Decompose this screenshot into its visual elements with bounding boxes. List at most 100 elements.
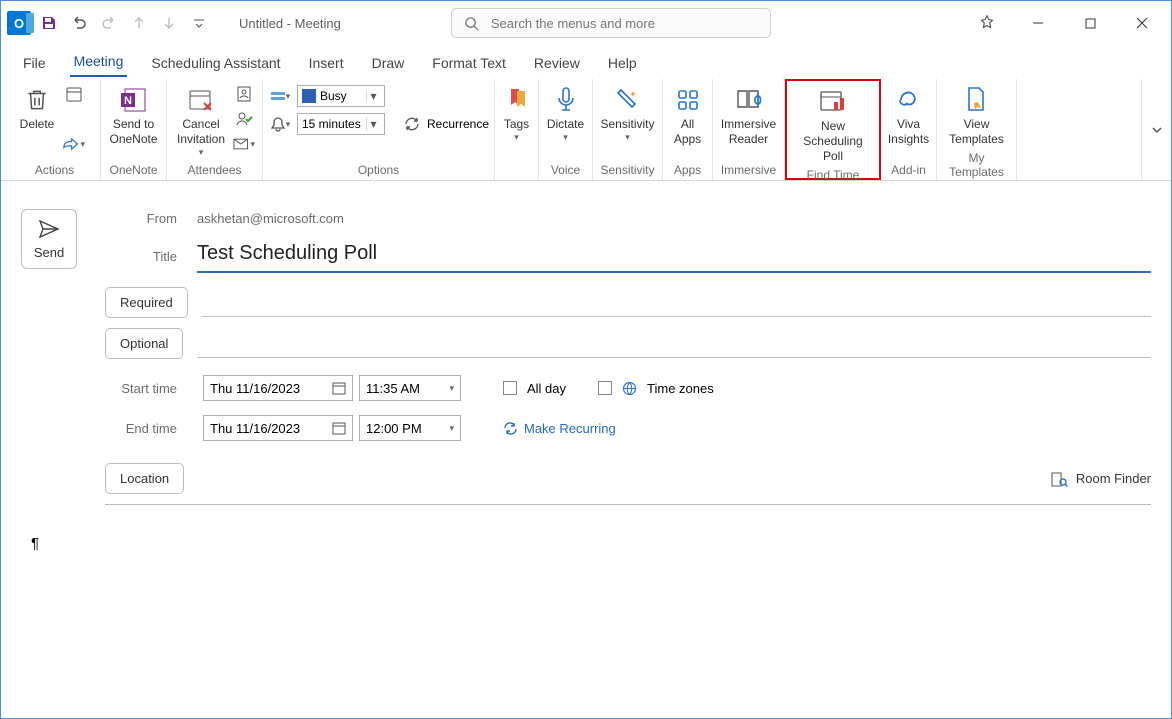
time-zones-label: Time zones [647, 381, 714, 396]
make-recurring-label: Make Recurring [524, 421, 616, 436]
response-options-button[interactable]: ▾ [233, 133, 255, 155]
search-placeholder: Search the menus and more [491, 16, 655, 31]
group-findtime-label: Find Time [793, 166, 873, 185]
group-templates-label: My Templates [943, 149, 1010, 182]
send-button[interactable]: Send [21, 209, 77, 269]
new-scheduling-poll-button[interactable]: New Scheduling Poll [793, 83, 873, 166]
delete-button[interactable]: Delete [15, 81, 59, 134]
search-input[interactable]: Search the menus and more [451, 8, 771, 38]
view-templates-button[interactable]: View Templates [945, 81, 1008, 149]
calendar-icon [332, 381, 346, 395]
group-onenote-label: OneNote [107, 161, 160, 180]
reminder-label: 15 minutes [302, 117, 361, 131]
tab-review[interactable]: Review [530, 49, 584, 77]
cancel-invitation-button[interactable]: Cancel Invitation ▾ [173, 81, 229, 160]
dictate-label: Dictate [547, 117, 584, 132]
title-label: Title [105, 249, 197, 264]
paragraph-mark: ¶ [31, 535, 39, 552]
optional-field[interactable] [197, 330, 1151, 358]
group-voice-label: Voice [545, 161, 586, 180]
busy-label: Busy [320, 89, 347, 103]
group-attendees-label: Attendees [173, 161, 256, 180]
dictate-button[interactable]: Dictate ▾ [544, 81, 588, 145]
send-to-onenote-button[interactable]: N Send to OneNote [107, 81, 160, 149]
viva-label: Viva Insights [888, 117, 929, 147]
required-button[interactable]: Required [105, 287, 188, 318]
show-as-button[interactable]: ▾ [269, 85, 291, 107]
tab-file[interactable]: File [19, 49, 50, 77]
tab-help[interactable]: Help [604, 49, 641, 77]
delete-label: Delete [20, 117, 55, 132]
group-sensitivity-label: Sensitivity [599, 161, 656, 180]
scheduling-poll-label: New Scheduling Poll [797, 119, 869, 164]
next-item-button[interactable] [157, 11, 181, 35]
cancel-invitation-label: Cancel Invitation [177, 117, 225, 147]
prev-item-button[interactable] [127, 11, 151, 35]
make-recurring-link[interactable]: Make Recurring [503, 421, 616, 436]
time-zones-checkbox[interactable] [598, 381, 612, 395]
menu-tabs: File Meeting Scheduling Assistant Insert… [1, 45, 1171, 77]
svg-text:N: N [124, 95, 132, 107]
immersive-label: Immersive Reader [721, 117, 776, 147]
location-button[interactable]: Location [105, 463, 184, 494]
tab-scheduling-assistant[interactable]: Scheduling Assistant [147, 49, 284, 77]
start-time-combo[interactable]: 11:35 AM ▾ [359, 375, 461, 401]
ribbon-collapse-button[interactable] [1141, 79, 1171, 180]
tab-insert[interactable]: Insert [305, 49, 348, 77]
viva-insights-button[interactable]: Viva Insights [887, 81, 931, 149]
end-time-label: End time [105, 421, 197, 436]
redo-button[interactable] [97, 11, 121, 35]
end-date-combo[interactable]: Thu 11/16/2023 [203, 415, 353, 441]
save-button[interactable] [37, 11, 61, 35]
outlook-app-icon: O [7, 11, 31, 35]
reminder-button[interactable]: ▾ [269, 113, 291, 135]
minimize-button[interactable] [1015, 8, 1061, 38]
recurrence-button[interactable]: Recurrence [403, 115, 493, 133]
optional-button[interactable]: Optional [105, 328, 183, 359]
show-as-combo[interactable]: Busy ▾ [297, 85, 385, 107]
tags-button[interactable]: Tags ▾ [495, 81, 539, 145]
sensitivity-label: Sensitivity [600, 117, 654, 132]
end-time-value: 12:00 PM [366, 421, 422, 436]
check-names-button[interactable] [233, 108, 255, 130]
sensitivity-button[interactable]: Sensitivity ▾ [599, 81, 656, 145]
from-label: From [105, 211, 197, 226]
start-time-value: 11:35 AM [366, 381, 420, 396]
calendar-small-button[interactable] [63, 83, 85, 105]
group-apps-label: Apps [669, 161, 706, 180]
required-field[interactable] [202, 289, 1151, 317]
all-day-label: All day [527, 381, 566, 396]
undo-button[interactable] [67, 11, 91, 35]
room-finder-button[interactable]: Room Finder [1050, 470, 1151, 488]
tab-meeting[interactable]: Meeting [70, 47, 128, 77]
qat-customize-button[interactable] [187, 11, 211, 35]
coming-soon-icon[interactable] [975, 11, 999, 35]
globe-icon [622, 381, 637, 396]
group-actions-label: Actions [15, 161, 94, 180]
tab-draw[interactable]: Draw [368, 49, 409, 77]
calendar-icon [332, 421, 346, 435]
group-immersive-label: Immersive [719, 161, 778, 180]
window-title: Untitled - Meeting [239, 16, 341, 31]
all-apps-button[interactable]: All Apps [666, 81, 710, 149]
start-date-value: Thu 11/16/2023 [210, 381, 300, 396]
immersive-reader-button[interactable]: Immersive Reader [719, 81, 778, 149]
start-date-combo[interactable]: Thu 11/16/2023 [203, 375, 353, 401]
message-body[interactable]: ¶ [1, 515, 1171, 572]
templates-label: View Templates [949, 117, 1004, 147]
address-book-button[interactable] [233, 83, 255, 105]
busy-swatch-icon [302, 89, 316, 103]
from-value: askhetan@microsoft.com [197, 211, 344, 226]
tab-format-text[interactable]: Format Text [428, 49, 510, 77]
end-time-combo[interactable]: 12:00 PM ▾ [359, 415, 461, 441]
reminder-combo[interactable]: 15 minutes ▾ [297, 113, 385, 135]
title-input[interactable] [197, 240, 1151, 273]
all-day-checkbox[interactable] [503, 381, 517, 395]
onenote-label: Send to OneNote [109, 117, 157, 147]
forward-small-button[interactable]: ▾ [63, 133, 85, 155]
group-addin-label: Add-in [887, 161, 930, 180]
group-tags-label [501, 161, 532, 180]
close-button[interactable] [1119, 8, 1165, 38]
start-time-label: Start time [105, 381, 197, 396]
maximize-button[interactable] [1067, 8, 1113, 38]
